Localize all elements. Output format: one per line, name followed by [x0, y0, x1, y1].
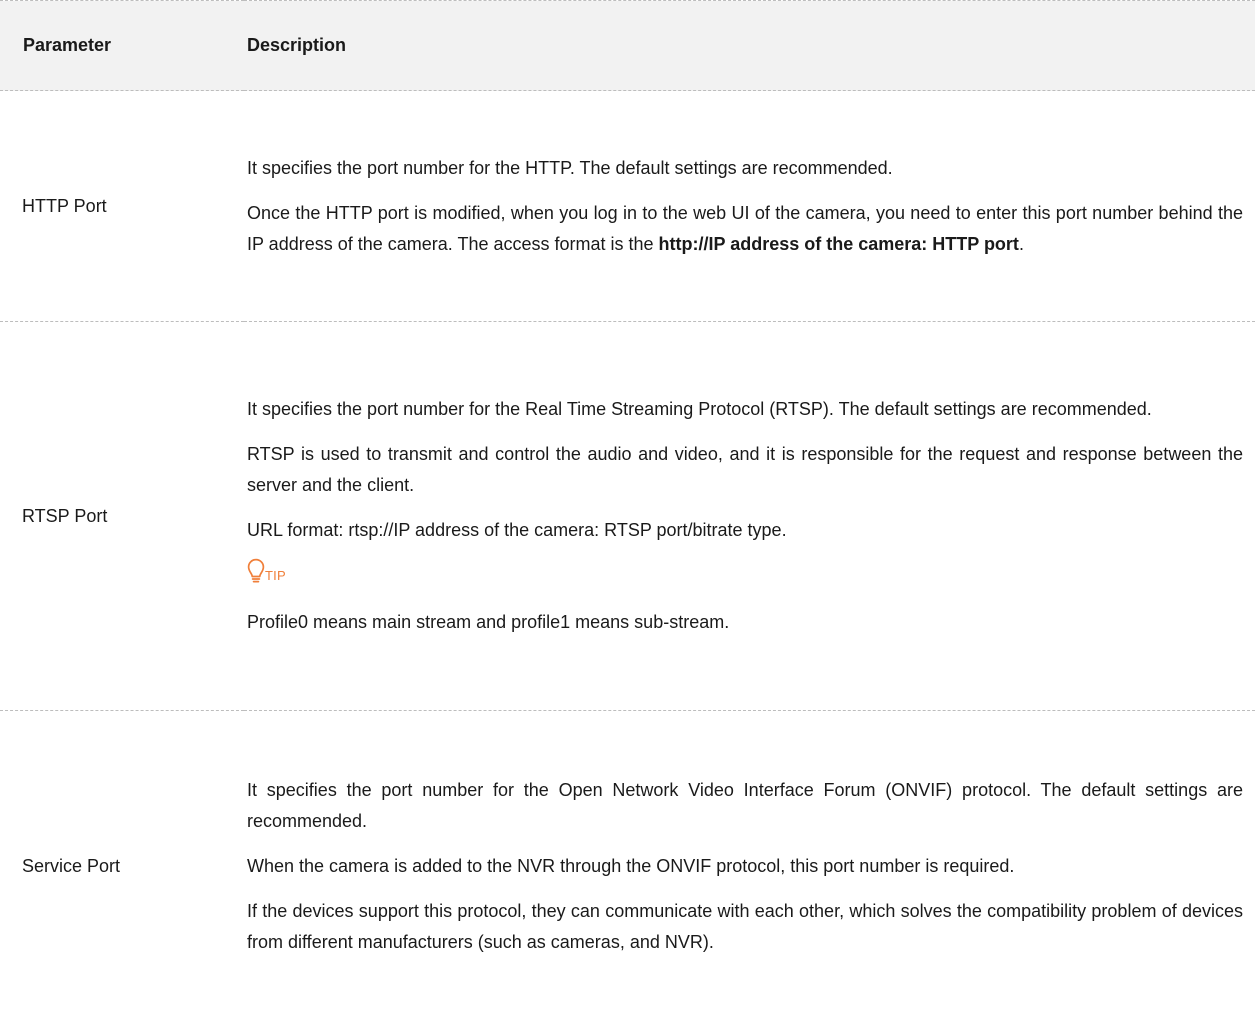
param-description: It specifies the port number for the Ope…: [244, 711, 1255, 1021]
table-row: Service Port It specifies the port numbe…: [0, 711, 1255, 1021]
description-paragraph: Once the HTTP port is modified, when you…: [247, 198, 1243, 260]
tip-label: TIP: [265, 569, 286, 582]
access-format: http://IP address of the camera: HTTP po…: [659, 234, 1019, 254]
param-name: Service Port: [0, 711, 244, 1021]
header-parameter: Parameter: [0, 1, 244, 91]
description-paragraph: If the devices support this protocol, th…: [247, 896, 1243, 958]
tip-text: Profile0 means main stream and profile1 …: [247, 607, 1243, 638]
description-paragraph: It specifies the port number for the HTT…: [247, 153, 1243, 184]
description-paragraph: When the camera is added to the NVR thro…: [247, 851, 1243, 882]
param-description: It specifies the port number for the Rea…: [244, 322, 1255, 711]
description-paragraph: It specifies the port number for the Rea…: [247, 394, 1243, 425]
tip-heading: TIP: [247, 558, 1243, 593]
param-description: It specifies the port number for the HTT…: [244, 91, 1255, 322]
table-row: RTSP Port It specifies the port number f…: [0, 322, 1255, 711]
header-row: Parameter Description: [0, 1, 1255, 91]
param-name: HTTP Port: [0, 91, 244, 322]
tip-callout: TIP: [247, 558, 286, 584]
description-paragraph: It specifies the port number for the Ope…: [247, 775, 1243, 837]
lightbulb-icon: [247, 558, 265, 584]
table-row: HTTP Port It specifies the port number f…: [0, 91, 1255, 322]
parameter-table: Parameter Description HTTP Port It speci…: [0, 0, 1255, 1021]
description-paragraph: URL format: rtsp://IP address of the cam…: [247, 515, 1243, 546]
description-text: .: [1019, 234, 1024, 254]
description-paragraph: RTSP is used to transmit and control the…: [247, 439, 1243, 501]
param-name: RTSP Port: [0, 322, 244, 711]
table-header: Parameter Description: [0, 1, 1255, 91]
header-description: Description: [244, 1, 1255, 91]
